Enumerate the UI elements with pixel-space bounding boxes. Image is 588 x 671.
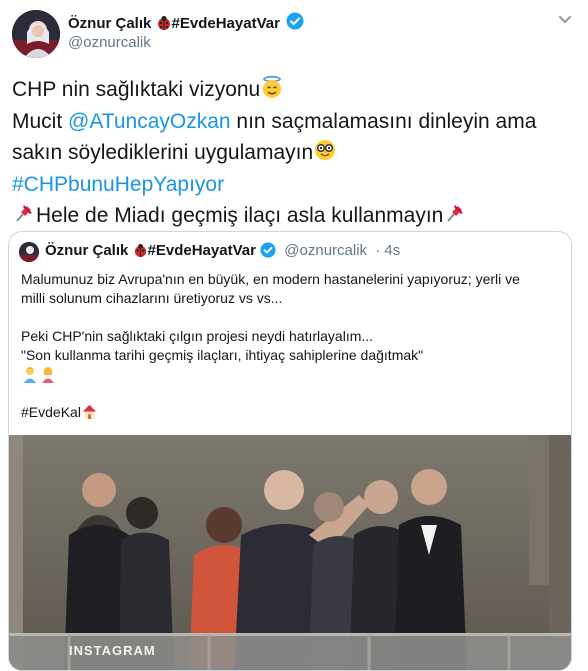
quoted-hashtag[interactable]: #EvdeKal — [21, 404, 81, 420]
tweet-line-5-text: Hele de Miadı geçmiş ilaçı asla kullanma… — [36, 204, 444, 227]
author-hashtag-name: #EvdeHayatVar — [171, 15, 280, 32]
quoted-author-name: Öznur Çalık — [45, 242, 129, 259]
quoted-text-line: milli solunum cihazlarını üretiyoruz vs … — [21, 290, 283, 306]
tweet-line-2-suffix: nın saçmalamasını dinleyin ama — [230, 109, 537, 133]
author-handle[interactable]: @oznurcalik — [68, 34, 151, 51]
quoted-header: Öznur Çalık #EvdeHayatVar @oznurcalik · … — [45, 242, 400, 262]
quoted-text: Malumunuz biz Avrupa'nın en büyük, en mo… — [21, 270, 561, 422]
ladybug-icon — [133, 243, 148, 262]
tweet-line-1: CHP nin sağlıktaki vizyonu — [12, 74, 578, 106]
quoted-text-line: "Son kullanma tarihi geçmiş ilaçları, ih… — [21, 347, 424, 363]
tweet-line-5: Hele de Miadı geçmiş ilaçı asla kullanma… — [12, 200, 578, 232]
quoted-hashtag-line: #EvdeKal — [21, 403, 561, 422]
halo-face-icon — [260, 75, 284, 109]
person-emoji-icon — [21, 365, 39, 388]
tweet-line-1-text: CHP nin sağlıktaki vizyonu — [12, 78, 261, 101]
chevron-down-icon[interactable] — [552, 10, 578, 30]
tweet-card: Öznur Çalık #EvdeHayatVar @oznurcalik CH… — [0, 0, 588, 671]
ladybug-icon — [156, 15, 172, 35]
mention-link[interactable]: @ATuncayOzkan — [68, 110, 231, 133]
quoted-text-line: Malumunuz biz Avrupa'nın en büyük, en mo… — [21, 271, 520, 287]
quoted-text-line: Peki CHP'nin sağlıktaki çılgın projesi n… — [21, 328, 374, 344]
quoted-text-line — [21, 308, 561, 327]
tweet-line-2: Mucit @ATuncayOzkan nın saçmalamasını di… — [12, 106, 578, 138]
tweet-line-2-prefix: Mucit — [12, 109, 69, 133]
author-name[interactable]: Öznur Çalık #EvdeHayatVar — [68, 12, 304, 35]
hashtag-link[interactable]: #CHPbunuHepYapıyor — [12, 173, 224, 196]
quoted-handle: @oznurcalik — [284, 242, 368, 259]
tweet-line-3: sakın söylediklerini uygulamayın — [12, 137, 578, 169]
verified-badge-icon — [286, 12, 304, 34]
quoted-avatar — [19, 242, 39, 262]
author-display-name: Öznur Çalık — [68, 15, 152, 32]
video-watermark: INSTAGRAM — [69, 643, 156, 658]
quoted-hashtag-name: #EvdeHayatVar — [147, 242, 256, 259]
tweet-line-3-text: sakın söylediklerini uygulamayın — [12, 141, 314, 164]
tweet-line-4: #CHPbunuHepYapıyor — [12, 169, 578, 201]
nerd-face-icon — [313, 138, 337, 172]
house-icon — [81, 403, 98, 425]
quoted-tweet[interactable]: Öznur Çalık #EvdeHayatVar @oznurcalik · … — [8, 231, 572, 671]
quoted-time: · 4s — [375, 242, 401, 259]
avatar[interactable] — [12, 10, 60, 58]
person-emoji-icon — [39, 365, 57, 388]
tweet-text: CHP nin sağlıktaki vizyonu Mucit @ATunca… — [12, 74, 578, 232]
verified-badge-icon — [260, 242, 276, 262]
person-emoji-row — [21, 365, 561, 384]
pushpin-icon — [443, 201, 467, 235]
pushpin-icon — [12, 201, 36, 235]
video-thumbnail[interactable]: INSTAGRAM — [9, 435, 571, 670]
quoted-text-line — [21, 384, 561, 403]
